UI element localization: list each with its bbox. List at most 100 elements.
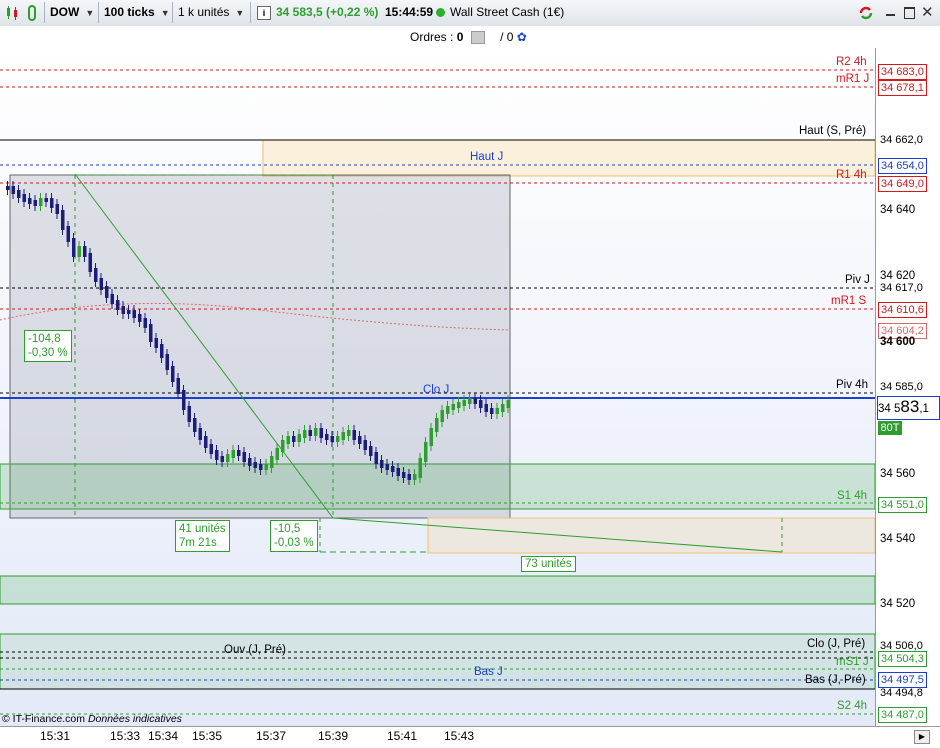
candle-body — [391, 466, 395, 472]
market-name: Wall Street Cash (1€) — [450, 5, 565, 19]
measure-percent: -0,30 % — [28, 347, 68, 359]
minimize-icon[interactable] — [886, 14, 895, 16]
current-price-main: 83 — [900, 397, 920, 416]
chevron-down-icon: ▼ — [160, 8, 170, 18]
candle-body — [473, 398, 477, 404]
scroll-end-icon[interactable]: ▶ — [914, 730, 930, 744]
candle-body — [61, 210, 65, 230]
tick-select[interactable]: 100 ticks ▼ — [104, 3, 170, 22]
candle-body — [187, 406, 191, 422]
price-tag-pivot-4h: 34 585,0 — [878, 380, 925, 394]
candle-body — [143, 318, 147, 328]
candle-body — [220, 456, 224, 462]
candle-body — [248, 458, 252, 466]
candle-body — [231, 450, 235, 458]
measure-box-change[interactable]: -104,8 -0,30 % — [24, 330, 72, 362]
time-tick: 15:31 — [40, 729, 71, 743]
candle-body — [154, 338, 158, 348]
measure-box-change-2[interactable]: -10,5 -0,03 % — [270, 520, 318, 552]
candle-body — [435, 418, 439, 432]
time-tick: 15:33 — [110, 729, 141, 743]
copyright-footer: © IT-Finance.com Données indicatives — [2, 713, 182, 725]
maximize-icon[interactable] — [904, 7, 915, 19]
quantity-select[interactable]: 1 k unités ▼ — [178, 3, 244, 22]
support-zone-2 — [0, 575, 875, 605]
price-tag-ms1-j: 34 504,3 — [878, 651, 927, 667]
price-tick: 34 540 — [880, 533, 916, 545]
candle-body — [72, 238, 76, 257]
candle-body — [22, 194, 26, 202]
measure-box-units[interactable]: 41 unités 7m 21s — [175, 520, 230, 552]
candle-body — [468, 398, 472, 404]
candle-body — [215, 450, 219, 460]
candle-body — [297, 434, 301, 442]
candle-body — [308, 430, 312, 436]
measure-box-units-2[interactable]: 73 unités — [521, 556, 576, 572]
price-tag-low-prev-day: 34 494,8 — [880, 687, 923, 699]
level-label-r1-4h: R1 4h — [836, 169, 867, 181]
time-tick: 15:34 — [148, 729, 179, 743]
candle-body — [171, 366, 175, 382]
price-tag-mr1-s: 34 610,6 — [878, 302, 927, 318]
support-zone-3 — [0, 633, 875, 690]
candle-body — [198, 428, 202, 440]
candle-body — [116, 300, 120, 310]
level-label-pivot-4h: Piv 4h — [836, 379, 868, 391]
level-label-close-day: Clo J — [423, 384, 450, 396]
tick-count-badge: 80T — [878, 421, 902, 435]
candle-body — [66, 226, 70, 242]
link-icon[interactable] — [25, 5, 39, 21]
candle-body — [286, 436, 290, 444]
candle-body — [358, 436, 362, 444]
time-tick: 15:43 — [444, 729, 475, 743]
measure-percent-2: -0,03 % — [274, 537, 314, 549]
candle-body — [479, 400, 483, 408]
candle-body — [325, 434, 329, 440]
current-price-prefix: 34 5 — [878, 403, 901, 415]
level-label-mr1-j: mR1 J — [836, 73, 870, 85]
measure-points-2: -10,5 — [274, 523, 301, 535]
orders-divider: / — [500, 30, 504, 44]
time-tick: 15:41 — [387, 729, 418, 743]
candle-body — [440, 410, 444, 422]
candle-body — [176, 378, 180, 394]
level-label-s1-4h: S1 4h — [837, 490, 868, 502]
chart-type-icon[interactable] — [4, 5, 20, 21]
candle-body — [292, 436, 296, 442]
market-open-icon — [436, 8, 445, 17]
candle-body — [253, 462, 257, 468]
candle-body — [165, 354, 169, 370]
orders-count-2: 0 — [506, 30, 514, 44]
candle-body — [369, 446, 373, 456]
candle-body — [506, 400, 510, 408]
chevron-down-icon: ▼ — [235, 8, 245, 18]
price-tag-r1-4h: 34 649,0 — [878, 176, 927, 192]
close-icon[interactable]: ✕ — [921, 3, 934, 21]
instrument-select[interactable]: DOW ▼ — [50, 3, 94, 22]
level-label-low-day: Bas J — [474, 666, 503, 678]
refresh-icon[interactable] — [858, 5, 874, 21]
price-tag-pivot-day: 34 617,0 — [878, 281, 925, 295]
info-icon[interactable]: i — [257, 6, 271, 20]
settings-gear-icon[interactable]: ✿ — [517, 30, 527, 44]
price-chart[interactable]: R2 4h mR1 J Haut (S, Pré) Haut J R1 4h P… — [0, 48, 875, 726]
level-label-low-prev-day: Bas (J, Pré) — [805, 674, 866, 686]
candle-body — [424, 442, 428, 462]
price-change: 34 583,5 (+0,22 %) — [276, 5, 379, 19]
candle-body — [319, 428, 323, 438]
candle-body — [363, 440, 367, 450]
candle-body — [160, 344, 164, 358]
clock-time: 15:44:59 — [385, 5, 434, 19]
orders-bar: Ordres : 0 / 0 ✿ — [0, 26, 940, 49]
level-label-mr1-s: mR1 S — [831, 295, 867, 307]
candle-body — [226, 454, 230, 462]
candle-body — [17, 190, 21, 198]
measure-duration: 7m 21s — [179, 537, 217, 549]
candle-body — [39, 198, 43, 206]
candle-body — [132, 310, 136, 318]
candle-body — [347, 430, 351, 436]
orders-cancel-icon[interactable] — [470, 31, 485, 45]
candle-body — [281, 440, 285, 452]
orders-label: Ordres : — [410, 30, 454, 44]
support-zone-1 — [0, 463, 875, 510]
